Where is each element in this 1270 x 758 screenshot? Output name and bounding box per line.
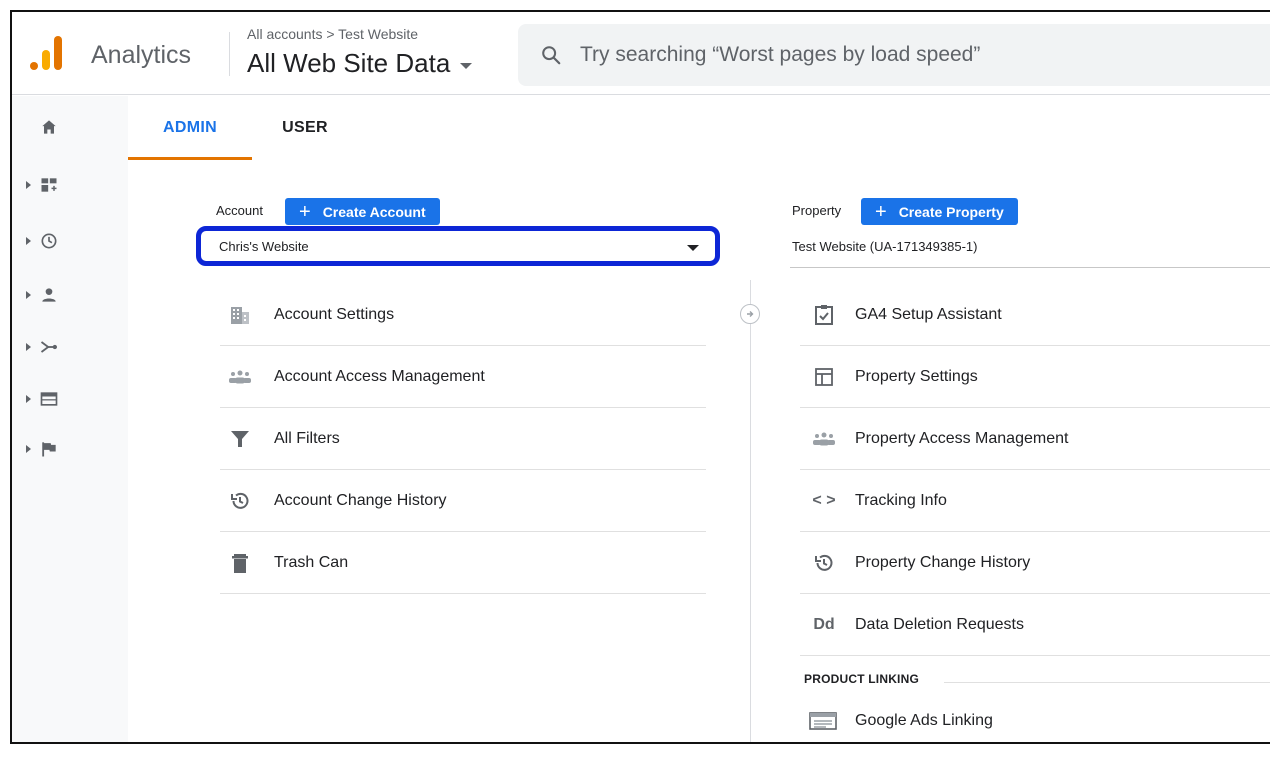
menu-item-label: Data Deletion Requests xyxy=(855,615,1024,633)
property-access-management-item[interactable]: Property Access Management xyxy=(800,408,1270,470)
search-input[interactable] xyxy=(580,43,1220,67)
tab-admin[interactable]: ADMIN xyxy=(128,96,252,160)
menu-item-label: Account Access Management xyxy=(274,367,485,385)
clock-icon xyxy=(41,233,57,249)
create-account-label: Create Account xyxy=(322,203,426,220)
header-divider xyxy=(229,32,230,76)
person-icon xyxy=(42,288,56,302)
all-filters-item[interactable]: All Filters xyxy=(220,408,706,470)
expand-arrow-icon xyxy=(26,237,31,245)
nav-realtime[interactable] xyxy=(26,228,86,254)
property-selected-value: Test Website (UA-171349385-1) xyxy=(792,239,978,254)
code-icon: < > xyxy=(812,491,836,509)
caret-down-icon xyxy=(460,62,473,69)
trash-icon xyxy=(232,553,248,573)
product-linking-heading: PRODUCT LINKING xyxy=(804,672,919,686)
nav-audience[interactable] xyxy=(26,282,86,308)
account-access-management-item[interactable]: Account Access Management xyxy=(220,346,706,408)
ads-icon xyxy=(809,712,837,730)
people-icon xyxy=(229,370,251,383)
tab-user[interactable]: USER xyxy=(260,96,350,160)
account-settings-item[interactable]: Account Settings xyxy=(220,284,706,346)
nav-customization[interactable] xyxy=(26,172,86,198)
breadcrumb[interactable]: All accounts > Test Website xyxy=(247,26,418,42)
browser-window-icon xyxy=(40,392,58,406)
layout-icon xyxy=(815,367,833,386)
history-icon xyxy=(815,554,833,571)
account-change-history-item[interactable]: Account Change History xyxy=(220,470,706,532)
menu-item-label: Property Access Management xyxy=(855,429,1069,447)
create-property-label: Create Property xyxy=(898,203,1004,220)
people-icon xyxy=(813,432,835,445)
admin-content: Account + Create Account Chris's Website… xyxy=(128,160,1270,742)
menu-item-label: Property Change History xyxy=(855,553,1031,571)
left-nav xyxy=(12,96,128,742)
building-icon xyxy=(231,306,249,324)
expand-arrow-icon xyxy=(26,395,31,403)
menu-item-label: Trash Can xyxy=(274,553,349,571)
search-bar[interactable] xyxy=(518,24,1270,86)
view-selector[interactable]: All Web Site Data xyxy=(247,48,473,79)
expand-arrow-icon xyxy=(26,343,31,351)
app-window: Analytics All accounts > Test Website Al… xyxy=(10,10,1270,744)
menu-item-label: Account Settings xyxy=(274,305,395,323)
history-icon xyxy=(231,492,249,509)
plus-icon: + xyxy=(299,200,311,223)
nav-acquisition[interactable] xyxy=(26,334,86,360)
merge-icon xyxy=(40,341,57,353)
menu-item-label: Property Settings xyxy=(855,367,978,385)
nav-behavior[interactable] xyxy=(26,386,86,412)
top-header: Analytics All accounts > Test Website Al… xyxy=(12,12,1270,95)
column-divider xyxy=(750,280,751,742)
data-deletion-icon: Dd xyxy=(813,615,835,633)
menu-item-label: Tracking Info xyxy=(855,491,947,509)
flag-icon xyxy=(42,442,56,457)
trash-can-item[interactable]: Trash Can xyxy=(220,532,706,594)
section-divider xyxy=(944,682,1270,683)
arrow-right-circle-icon xyxy=(740,304,760,324)
view-name: All Web Site Data xyxy=(247,48,451,78)
dashboard-icon xyxy=(41,178,57,192)
account-column-label: Account xyxy=(216,203,263,218)
search-icon xyxy=(542,46,561,65)
menu-item-label: Google Ads Linking xyxy=(855,712,993,729)
create-property-button[interactable]: + Create Property xyxy=(861,198,1018,225)
property-selector[interactable]: Test Website (UA-171349385-1) xyxy=(790,232,1270,268)
property-column-label: Property xyxy=(792,203,842,218)
google-ads-linking-item[interactable]: Google Ads Linking xyxy=(800,690,1270,742)
nav-home[interactable] xyxy=(26,114,86,140)
menu-item-label: All Filters xyxy=(274,429,340,447)
expand-arrow-icon xyxy=(26,291,31,299)
property-settings-item[interactable]: Property Settings xyxy=(800,346,1270,408)
dropdown-arrow-icon xyxy=(687,245,699,251)
home-icon xyxy=(42,120,56,134)
property-change-history-item[interactable]: Property Change History xyxy=(800,532,1270,594)
checklist-icon xyxy=(815,304,833,325)
create-account-button[interactable]: + Create Account xyxy=(285,198,440,225)
account-menu: Account Settings Account Access Manageme… xyxy=(220,284,706,594)
filter-icon xyxy=(231,430,249,447)
menu-item-label: GA4 Setup Assistant xyxy=(855,305,1002,323)
nav-conversions[interactable] xyxy=(26,436,86,462)
app-name: Analytics xyxy=(91,41,192,69)
plus-icon: + xyxy=(875,200,887,223)
admin-tabs: ADMIN USER xyxy=(128,96,1270,160)
tracking-info-item[interactable]: < > Tracking Info xyxy=(800,470,1270,532)
expand-arrow-icon xyxy=(26,445,31,453)
property-menu: GA4 Setup Assistant Property Settings Pr… xyxy=(800,284,1270,656)
expand-arrow-icon xyxy=(26,181,31,189)
analytics-logo-icon[interactable] xyxy=(30,36,64,70)
account-selected-value: Chris's Website xyxy=(219,238,309,254)
menu-item-label: Account Change History xyxy=(274,491,447,509)
data-deletion-requests-item[interactable]: Dd Data Deletion Requests xyxy=(800,594,1270,656)
account-selector[interactable]: Chris's Website xyxy=(196,226,720,266)
ga4-setup-assistant-item[interactable]: GA4 Setup Assistant xyxy=(800,284,1270,346)
